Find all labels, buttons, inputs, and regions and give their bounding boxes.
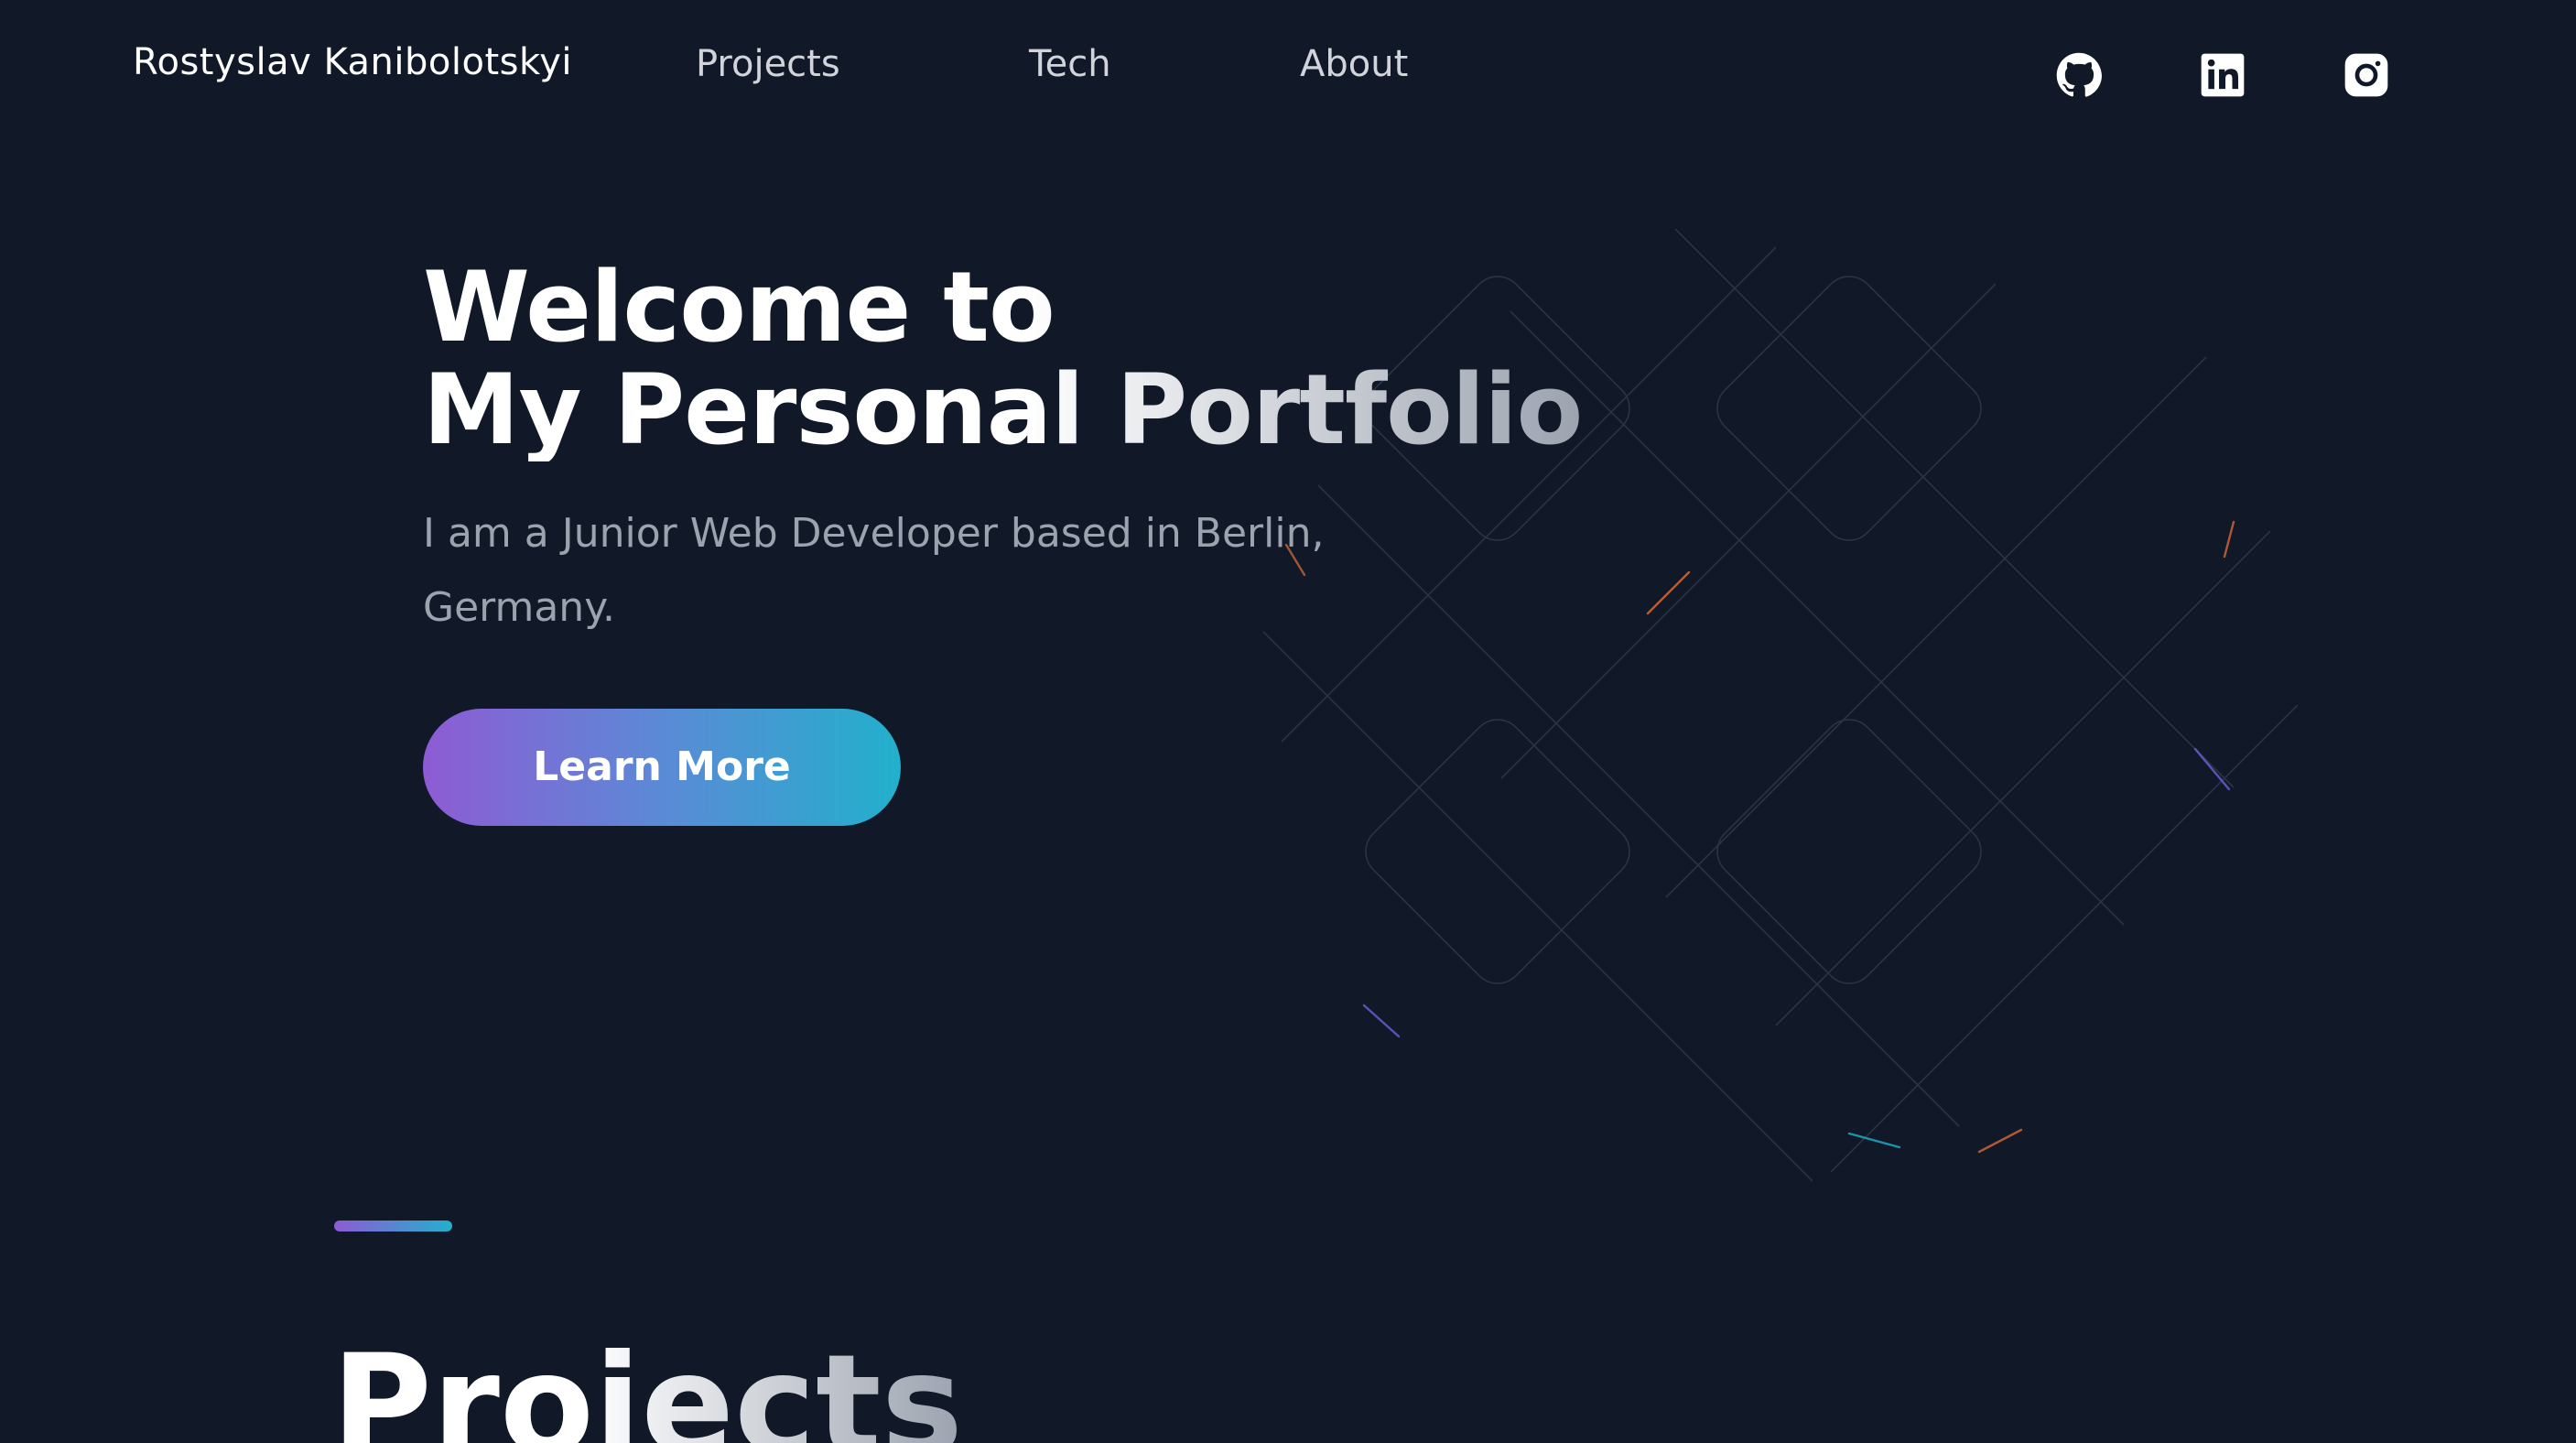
- hero-title-line-2: My Personal Portfolio: [423, 353, 1583, 466]
- github-icon[interactable]: [2053, 49, 2105, 101]
- learn-more-button[interactable]: Learn More: [423, 709, 901, 826]
- hero-subtitle: I am a Junior Web Developer based in Ber…: [423, 510, 1325, 631]
- nav-link-about[interactable]: About: [1300, 38, 1408, 90]
- linkedin-icon[interactable]: [2197, 49, 2248, 101]
- instagram-icon[interactable]: [2341, 49, 2392, 101]
- projects-section-title: Projects: [331, 1332, 963, 1443]
- section-accent-bar: [334, 1221, 452, 1231]
- hero-title: Welcome to My Personal Portfolio: [423, 256, 1582, 461]
- site-brand[interactable]: Rostyslav Kanibolotskyi: [133, 37, 572, 88]
- nav-link-projects[interactable]: Projects: [696, 38, 840, 90]
- nav-link-tech[interactable]: Tech: [1029, 38, 1111, 90]
- hero-title-line-1: Welcome to: [423, 251, 1055, 363]
